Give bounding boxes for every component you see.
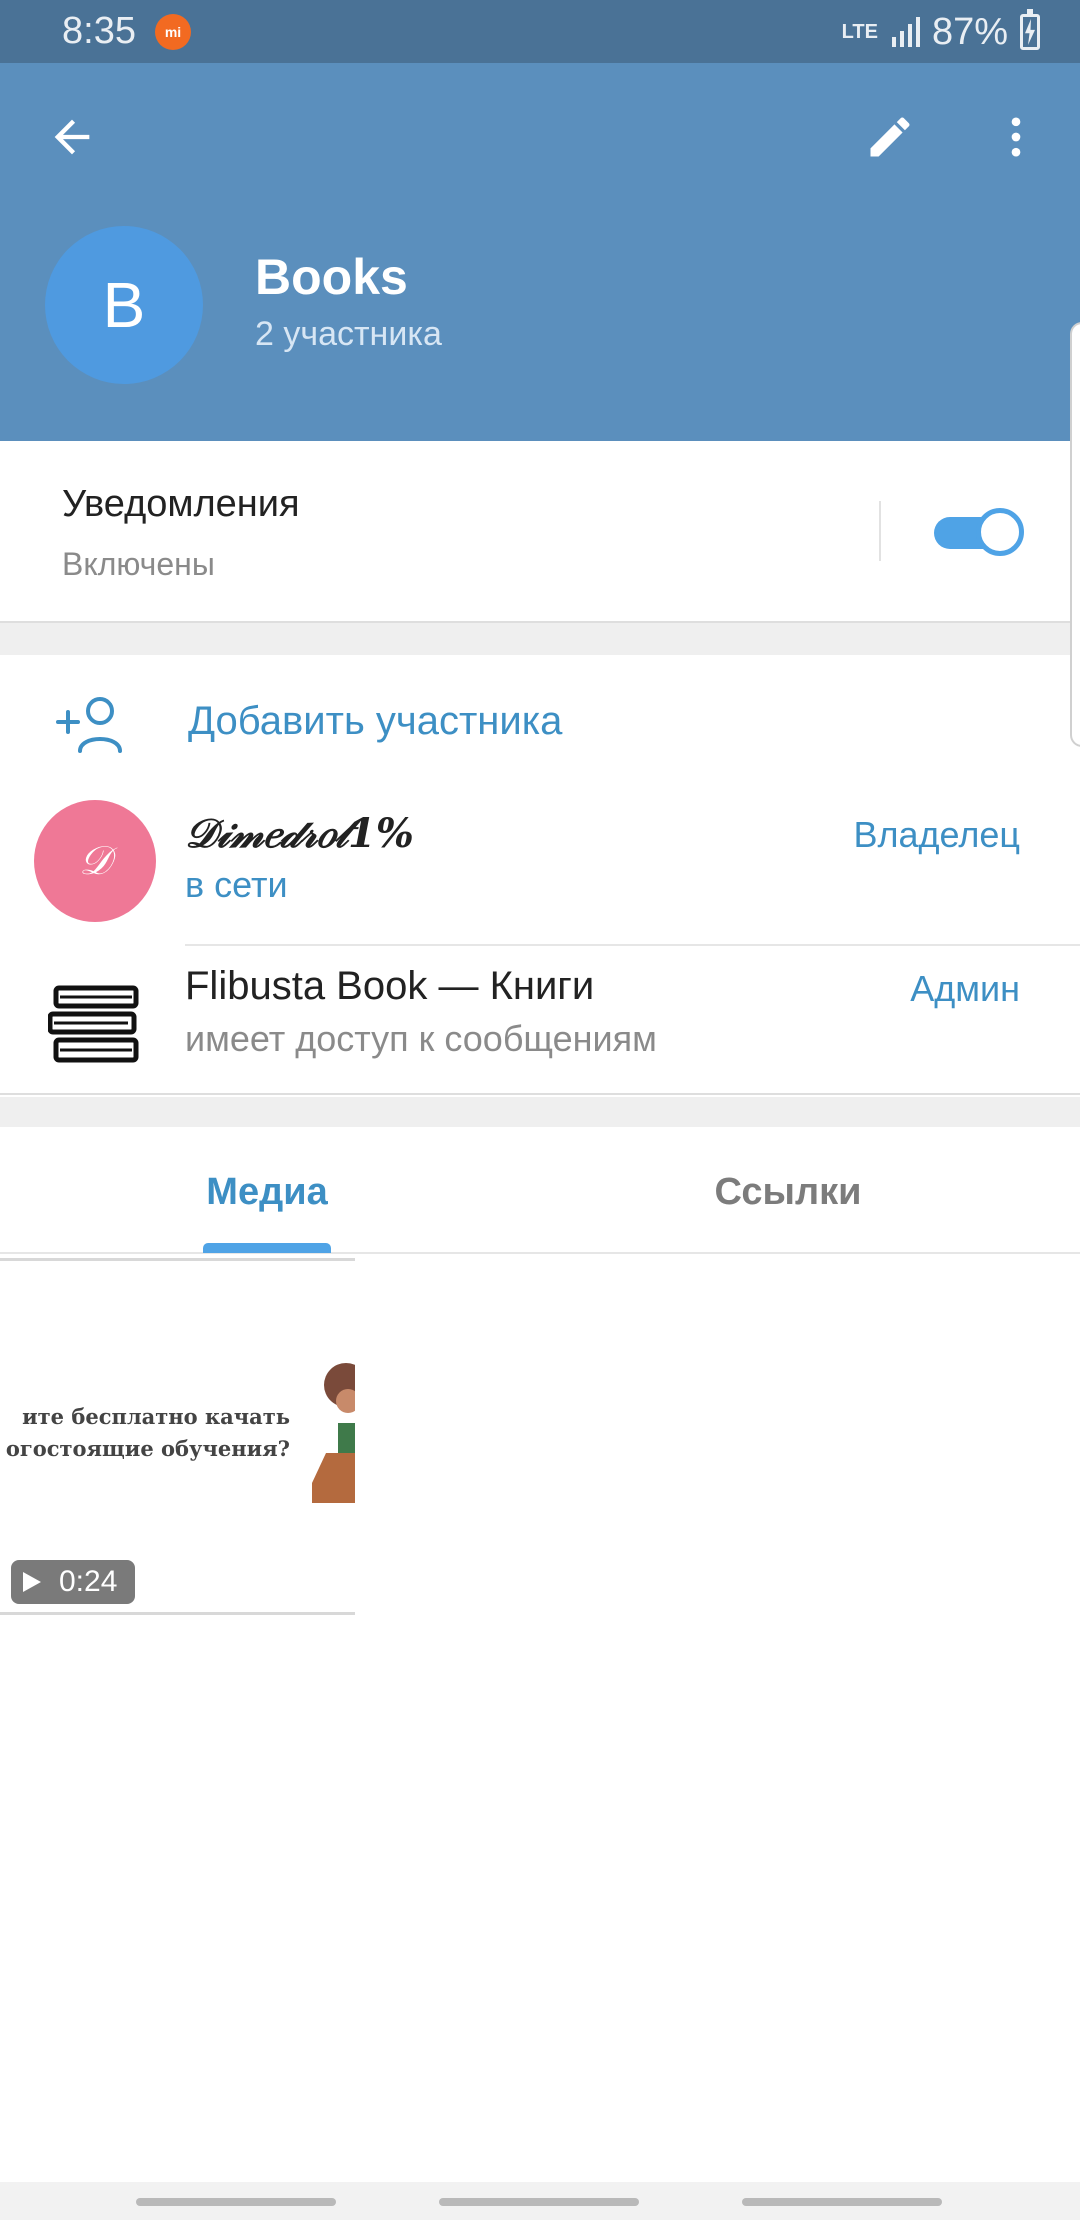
nav-home-button[interactable] (439, 2198, 639, 2206)
section-gap (0, 1097, 1080, 1127)
member-row[interactable]: 𝒟 𝒟𝒾𝓂𝑒𝒹𝓇𝑜𝓉1% в сети Владелец (0, 790, 1080, 944)
notifications-row[interactable]: Уведомления Включены (0, 441, 1080, 623)
member-role: Владелец (853, 814, 1020, 855)
member-status: в сети (185, 864, 288, 905)
member-row[interactable]: Flibusta Book — Книги имеет доступ к соо… (0, 944, 1080, 1098)
battery-charging-icon (1020, 9, 1040, 50)
member-count: 2 участника (255, 315, 442, 353)
duration-text: 0:24 (59, 1565, 118, 1598)
status-icons: LTE 87% (841, 9, 1040, 54)
member-status: имеет доступ к сообщениям (185, 1018, 657, 1059)
section-gap (0, 623, 1080, 655)
tab-indicator (203, 1243, 331, 1253)
add-user-icon (56, 697, 122, 753)
divider (879, 501, 881, 561)
video-duration-badge: 0:24 (11, 1560, 135, 1604)
battery-percent: 87% (931, 10, 1008, 53)
media-tabs: Медиа Ссылки (0, 1127, 1080, 1254)
add-member-label: Добавить участника (188, 699, 563, 743)
nav-back-button[interactable] (742, 2198, 942, 2206)
pencil-icon[interactable] (864, 111, 916, 163)
nav-recent-button[interactable] (136, 2198, 336, 2206)
signal-icon (891, 17, 920, 47)
media-thumbnail[interactable]: ите бесплатно качать огостоящие обучения… (0, 1258, 355, 1615)
system-nav-bar (0, 2182, 1080, 2220)
back-arrow-icon[interactable] (46, 111, 98, 163)
avatar: 𝒟 (34, 800, 156, 922)
tab-links[interactable]: Ссылки (534, 1127, 1042, 1254)
thumbnail-caption: ите бесплатно качать огостоящие обучения… (5, 1404, 290, 1461)
status-bar: 8:35 mi LTE 87% (0, 0, 1080, 63)
member-name: 𝒟𝒾𝓂𝑒𝒹𝓇𝑜𝓉1% (185, 810, 414, 857)
scroll-handle[interactable] (1070, 322, 1080, 747)
chat-header: B Books 2 участника (0, 63, 1080, 441)
books-icon (48, 985, 139, 1063)
more-vertical-icon[interactable] (990, 111, 1042, 163)
divider (185, 944, 1080, 946)
thumbnail-illustration (312, 1363, 355, 1503)
notifications-toggle[interactable] (932, 507, 1024, 557)
group-avatar[interactable]: B (45, 226, 203, 384)
mi-icon: mi (155, 14, 191, 50)
play-icon (23, 1572, 41, 1592)
member-name: Flibusta Book — Книги (185, 964, 595, 1008)
notifications-title: Уведомления (62, 483, 300, 525)
status-time: 8:35 (62, 10, 136, 52)
group-title: Books (255, 249, 408, 305)
lte-icon: LTE (841, 21, 878, 43)
tab-media[interactable]: Медиа (0, 1127, 534, 1254)
notifications-status: Включены (62, 546, 215, 582)
member-role: Админ (910, 968, 1020, 1009)
members-section: Добавить участника 𝒟 𝒟𝒾𝓂𝑒𝒹𝓇𝑜𝓉1% в сети В… (0, 655, 1080, 1095)
add-member-button[interactable]: Добавить участника (0, 655, 1080, 790)
